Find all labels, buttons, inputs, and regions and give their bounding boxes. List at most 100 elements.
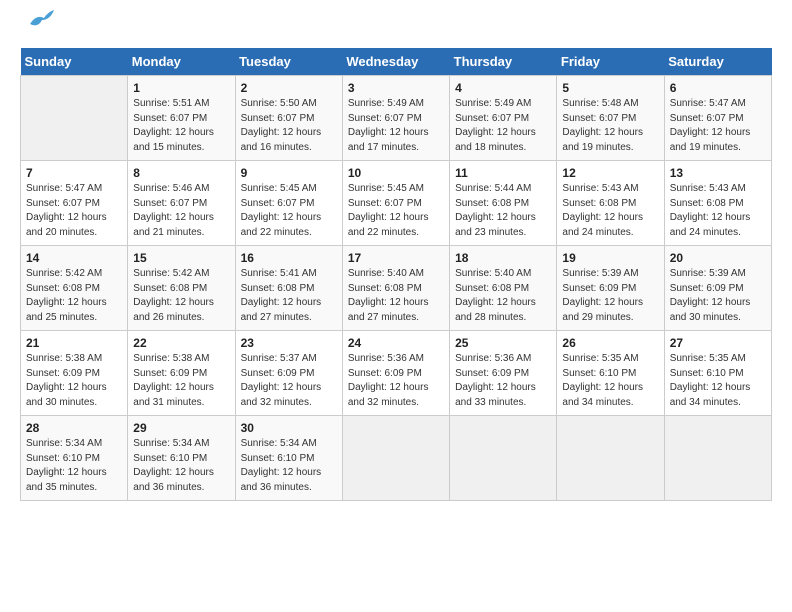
day-info: Sunrise: 5:51 AMSunset: 6:07 PMDaylight:… <box>133 97 229 155</box>
day-number: 19 <box>562 251 658 265</box>
day-number: 14 <box>26 251 122 265</box>
page-header <box>20 20 772 32</box>
day-number: 30 <box>241 421 337 435</box>
day-info: Sunrise: 5:40 AMSunset: 6:08 PMDaylight:… <box>348 267 444 325</box>
calendar-week-row: 21 Sunrise: 5:38 AMSunset: 6:09 PMDayligh… <box>21 331 772 416</box>
calendar-cell: 5 Sunrise: 5:48 AMSunset: 6:07 PMDaylight… <box>557 76 664 161</box>
calendar-cell: 7Sunrise: 5:47 AMSunset: 6:07 PMDaylight… <box>21 161 128 246</box>
calendar-cell: 16 Sunrise: 5:41 AMSunset: 6:08 PMDayligh… <box>235 246 342 331</box>
calendar-cell: 12 Sunrise: 5:43 AMSunset: 6:08 PMDayligh… <box>557 161 664 246</box>
calendar-cell: 28Sunrise: 5:34 AMSunset: 6:10 PMDayligh… <box>21 416 128 501</box>
column-header-saturday: Saturday <box>664 48 771 76</box>
calendar-week-row: 1 Sunrise: 5:51 AMSunset: 6:07 PMDaylight… <box>21 76 772 161</box>
day-number: 20 <box>670 251 766 265</box>
day-number: 13 <box>670 166 766 180</box>
logo-bird-icon <box>22 10 54 32</box>
calendar-cell: 3 Sunrise: 5:49 AMSunset: 6:07 PMDaylight… <box>342 76 449 161</box>
day-number: 5 <box>562 81 658 95</box>
day-info: Sunrise: 5:44 AMSunset: 6:08 PMDaylight:… <box>455 182 551 240</box>
day-info: Sunrise: 5:43 AMSunset: 6:08 PMDaylight:… <box>562 182 658 240</box>
day-number: 15 <box>133 251 229 265</box>
day-info: Sunrise: 5:34 AMSunset: 6:10 PMDaylight:… <box>241 437 337 495</box>
calendar-cell: 20 Sunrise: 5:39 AMSunset: 6:09 PMDayligh… <box>664 246 771 331</box>
calendar-cell: 21 Sunrise: 5:38 AMSunset: 6:09 PMDayligh… <box>21 331 128 416</box>
calendar-cell: 6 Sunrise: 5:47 AMSunset: 6:07 PMDaylight… <box>664 76 771 161</box>
day-info: Sunrise: 5:41 AMSunset: 6:08 PMDaylight:… <box>241 267 337 325</box>
column-header-sunday: Sunday <box>21 48 128 76</box>
day-number: 1 <box>133 81 229 95</box>
calendar-cell: 26 Sunrise: 5:35 AMSunset: 6:10 PMDayligh… <box>557 331 664 416</box>
calendar-cell: 23 Sunrise: 5:37 AMSunset: 6:09 PMDayligh… <box>235 331 342 416</box>
day-info: Sunrise: 5:47 AMSunset: 6:07 PMDaylight:… <box>670 97 766 155</box>
day-number: 9 <box>241 166 337 180</box>
calendar-cell: 10Sunrise: 5:45 AMSunset: 6:07 PMDayligh… <box>342 161 449 246</box>
day-number: 26 <box>562 336 658 350</box>
calendar-cell: 11 Sunrise: 5:44 AMSunset: 6:08 PMDayligh… <box>450 161 557 246</box>
calendar-cell: 9 Sunrise: 5:45 AMSunset: 6:07 PMDaylight… <box>235 161 342 246</box>
day-number: 12 <box>562 166 658 180</box>
day-number: 27 <box>670 336 766 350</box>
calendar-table: SundayMondayTuesdayWednesdayThursdayFrid… <box>20 48 772 501</box>
calendar-cell: 22 Sunrise: 5:38 AMSunset: 6:09 PMDayligh… <box>128 331 235 416</box>
calendar-week-row: 28 Sunrise: 5:34 AMSunset: 6:10 PMDayligh… <box>21 416 772 501</box>
column-header-thursday: Thursday <box>450 48 557 76</box>
day-info: Sunrise: 5:45 AMSunset: 6:07 PMDaylight:… <box>241 182 337 240</box>
day-info: Sunrise: 5:43 AMSunset: 6:08 PMDaylight:… <box>670 182 766 240</box>
calendar-cell: 14 Sunrise: 5:42 AMSunset: 6:08 PMDayligh… <box>21 246 128 331</box>
calendar-cell: 29 Sunrise: 5:34 AMSunset: 6:10 PMDayligh… <box>128 416 235 501</box>
day-number: 6 <box>670 81 766 95</box>
day-number: 11 <box>455 166 551 180</box>
day-number: 22 <box>133 336 229 350</box>
day-info: Sunrise: 5:49 AMSunset: 6:07 PMDaylight:… <box>348 97 444 155</box>
calendar-cell: 4 Sunrise: 5:49 AMSunset: 6:07 PMDaylight… <box>450 76 557 161</box>
day-number: 21 <box>26 336 122 350</box>
day-info: Sunrise: 5:42 AMSunset: 6:08 PMDaylight:… <box>26 267 122 325</box>
column-header-wednesday: Wednesday <box>342 48 449 76</box>
day-info: Sunrise: 5:39 AMSunset: 6:09 PMDaylight:… <box>670 267 766 325</box>
calendar-cell: 8 Sunrise: 5:46 AMSunset: 6:07 PMDaylight… <box>128 161 235 246</box>
day-number: 28 <box>26 421 122 435</box>
calendar-cell: 15 Sunrise: 5:42 AMSunset: 6:08 PMDayligh… <box>128 246 235 331</box>
day-number: 10 <box>348 166 444 180</box>
day-info: Sunrise: 5:36 AMSunset: 6:09 PMDaylight:… <box>455 352 551 410</box>
day-info: Sunrise: 5:34 AMSunset: 6:10 PMDaylight:… <box>133 437 229 495</box>
column-header-friday: Friday <box>557 48 664 76</box>
calendar-week-row: 14 Sunrise: 5:42 AMSunset: 6:08 PMDayligh… <box>21 246 772 331</box>
day-number: 25 <box>455 336 551 350</box>
day-number: 17 <box>348 251 444 265</box>
calendar-header-row: SundayMondayTuesdayWednesdayThursdayFrid… <box>21 48 772 76</box>
day-number: 3 <box>348 81 444 95</box>
day-info: Sunrise: 5:35 AMSunset: 6:10 PMDaylight:… <box>562 352 658 410</box>
calendar-cell: 17 Sunrise: 5:40 AMSunset: 6:08 PMDayligh… <box>342 246 449 331</box>
day-number: 4 <box>455 81 551 95</box>
column-header-monday: Monday <box>128 48 235 76</box>
day-info: Sunrise: 5:38 AMSunset: 6:09 PMDaylight:… <box>133 352 229 410</box>
day-number: 16 <box>241 251 337 265</box>
day-info: Sunrise: 5:46 AMSunset: 6:07 PMDaylight:… <box>133 182 229 240</box>
day-number: 8 <box>133 166 229 180</box>
day-number: 2 <box>241 81 337 95</box>
day-info: Sunrise: 5:39 AMSunset: 6:09 PMDaylight:… <box>562 267 658 325</box>
day-number: 18 <box>455 251 551 265</box>
calendar-cell <box>21 76 128 161</box>
calendar-cell: 1 Sunrise: 5:51 AMSunset: 6:07 PMDaylight… <box>128 76 235 161</box>
day-info: Sunrise: 5:47 AMSunset: 6:07 PMDaylight:… <box>26 182 122 240</box>
day-number: 29 <box>133 421 229 435</box>
calendar-cell: 27Sunrise: 5:35 AMSunset: 6:10 PMDayligh… <box>664 331 771 416</box>
day-info: Sunrise: 5:50 AMSunset: 6:07 PMDaylight:… <box>241 97 337 155</box>
day-info: Sunrise: 5:38 AMSunset: 6:09 PMDaylight:… <box>26 352 122 410</box>
calendar-cell: 19 Sunrise: 5:39 AMSunset: 6:09 PMDayligh… <box>557 246 664 331</box>
day-number: 23 <box>241 336 337 350</box>
day-info: Sunrise: 5:40 AMSunset: 6:08 PMDaylight:… <box>455 267 551 325</box>
day-info: Sunrise: 5:48 AMSunset: 6:07 PMDaylight:… <box>562 97 658 155</box>
column-header-tuesday: Tuesday <box>235 48 342 76</box>
day-info: Sunrise: 5:37 AMSunset: 6:09 PMDaylight:… <box>241 352 337 410</box>
calendar-cell: 30 Sunrise: 5:34 AMSunset: 6:10 PMDayligh… <box>235 416 342 501</box>
calendar-cell: 24Sunrise: 5:36 AMSunset: 6:09 PMDayligh… <box>342 331 449 416</box>
calendar-cell <box>557 416 664 501</box>
calendar-cell: 2 Sunrise: 5:50 AMSunset: 6:07 PMDaylight… <box>235 76 342 161</box>
day-info: Sunrise: 5:49 AMSunset: 6:07 PMDaylight:… <box>455 97 551 155</box>
calendar-cell <box>342 416 449 501</box>
day-info: Sunrise: 5:42 AMSunset: 6:08 PMDaylight:… <box>133 267 229 325</box>
day-info: Sunrise: 5:36 AMSunset: 6:09 PMDaylight:… <box>348 352 444 410</box>
